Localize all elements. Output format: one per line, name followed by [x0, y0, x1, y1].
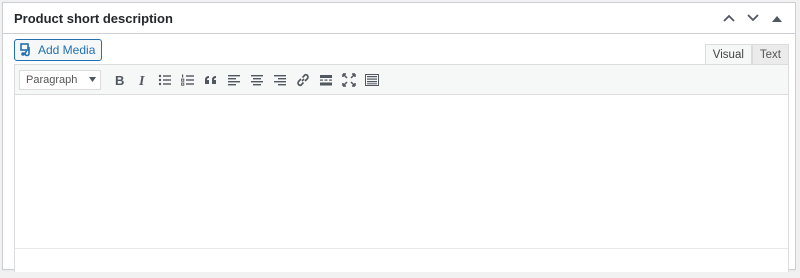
media-icon	[20, 43, 34, 57]
bulleted-list-icon[interactable]	[153, 68, 176, 91]
bold-icon[interactable]: B	[107, 68, 130, 91]
move-up-icon[interactable]	[719, 8, 739, 28]
move-down-icon[interactable]	[743, 8, 763, 28]
product-short-description-metabox: Product short description Add Media Visu…	[2, 2, 796, 272]
metabox-header: Product short description	[3, 3, 795, 34]
editor-content-area[interactable]	[15, 95, 788, 248]
toggle-panel-icon[interactable]	[767, 8, 787, 28]
editor-status-bar	[15, 248, 788, 272]
align-right-icon[interactable]	[268, 68, 291, 91]
metabox-header-actions	[719, 8, 787, 28]
dropdown-arrow-icon	[89, 77, 96, 82]
numbered-list-icon[interactable]	[176, 68, 199, 91]
format-select-value: Paragraph	[26, 73, 78, 86]
blockquote-icon[interactable]	[199, 68, 222, 91]
tab-visual[interactable]: Visual	[704, 44, 752, 65]
fullscreen-icon[interactable]	[337, 68, 360, 91]
italic-icon[interactable]: I	[130, 68, 153, 91]
read-more-icon[interactable]	[314, 68, 337, 91]
align-left-icon[interactable]	[222, 68, 245, 91]
align-center-icon[interactable]	[245, 68, 268, 91]
add-media-label: Add Media	[38, 43, 96, 57]
svg-text:I: I	[138, 74, 145, 87]
metabox-inside: Add Media Visual Text Paragraph B I	[3, 34, 795, 272]
toolbar-toggle-icon[interactable]	[360, 68, 383, 91]
editor-container: Paragraph B I	[14, 64, 789, 272]
editor-mode-tabs: Visual Text	[704, 44, 789, 65]
add-media-button[interactable]: Add Media	[14, 39, 103, 61]
metabox-title: Product short description	[14, 10, 173, 26]
format-select[interactable]: Paragraph	[19, 69, 101, 90]
link-icon[interactable]	[291, 68, 314, 91]
editor-toolbar: Paragraph B I	[15, 65, 788, 95]
svg-text:B: B	[115, 73, 124, 87]
tab-text[interactable]: Text	[751, 44, 789, 64]
